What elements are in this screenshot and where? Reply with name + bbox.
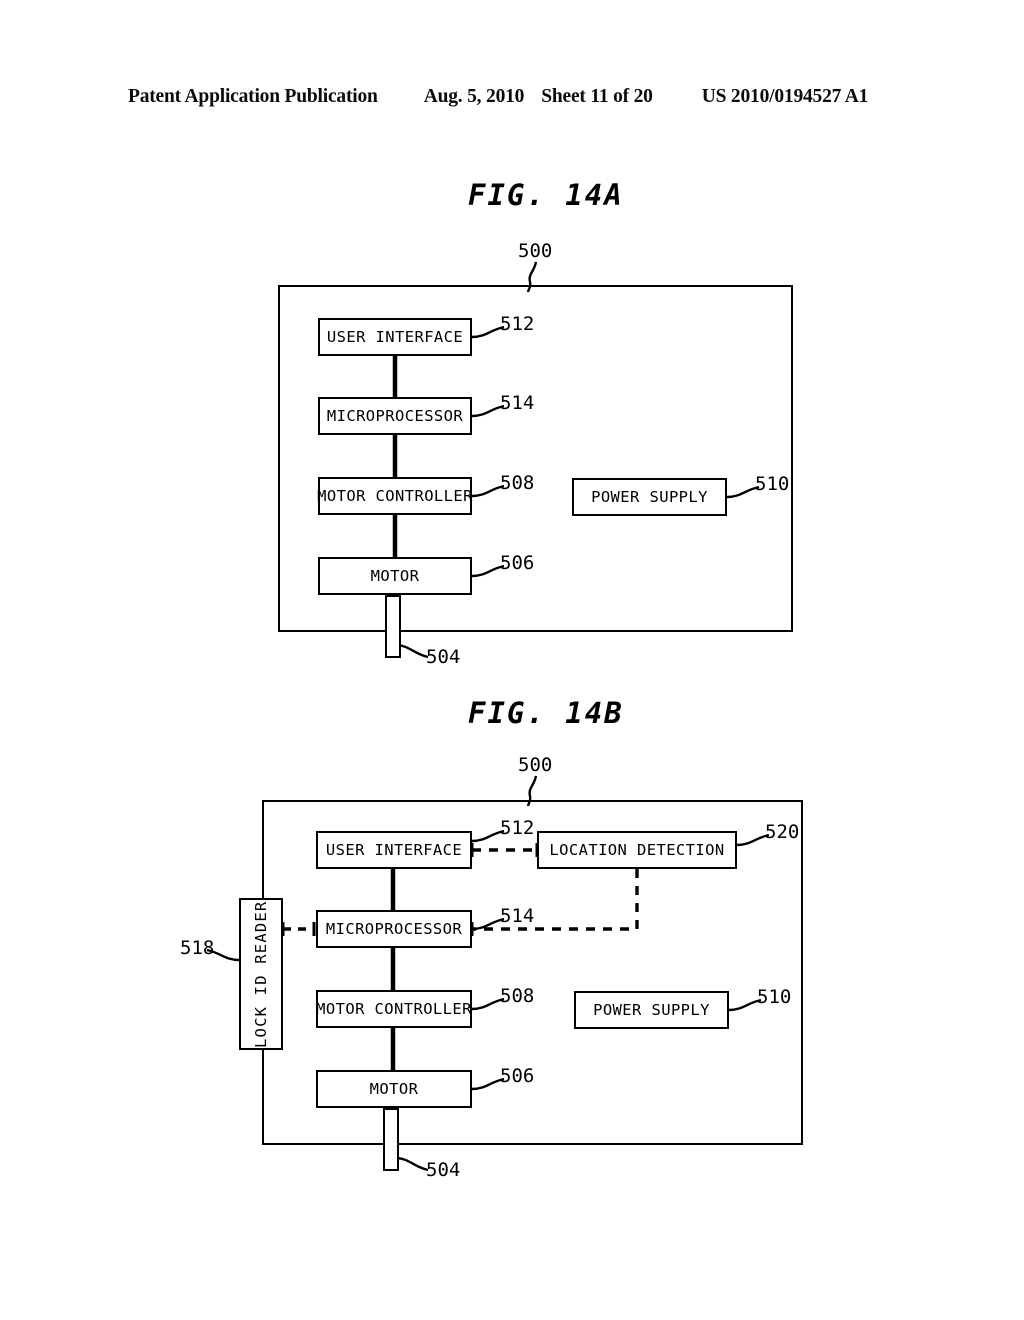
figure-14b-ref-508: 508 [500,985,535,1007]
leader-504 [396,643,429,659]
figure-14b-title: FIG. 14B [468,696,624,730]
figure-14b-block-lock-id-reader: LOCK ID READER [239,898,283,1050]
header-publication: Patent Application Publication [128,86,378,107]
header-date: Aug. 5, 2010 [423,86,525,107]
figure-14a-ref-504: 504 [426,646,461,668]
leader-504-b [396,1156,429,1172]
figure-14a-ref-506: 506 [500,552,535,574]
figure-14b-ref-520: 520 [765,821,800,843]
page-header: Patent Application Publication Aug. 5, 2… [128,86,896,112]
header-sheet: Sheet 11 of 20 [541,86,653,107]
figure-14b-block-power-supply: POWER SUPPLY [574,991,729,1029]
figure-14a-title: FIG. 14A [468,178,624,212]
figure-14b-ref-504: 504 [426,1159,461,1181]
figure-14b-block-microprocessor: MICROPROCESSOR [316,910,472,948]
figure-14b-block-motor: MOTOR [316,1070,472,1108]
figure-14a-block-motor-controller: MOTOR CONTROLLER [317,477,472,515]
figure-14a-ref-500: 500 [518,240,553,262]
figure-14b-block-user-interface: USER INTERFACE [316,831,472,869]
figure-14b-shaft [383,1108,399,1171]
figure-14a-ref-512: 512 [500,313,535,335]
figure-14b-ref-500: 500 [518,754,553,776]
figure-14a-block-motor: MOTOR [318,557,472,595]
figure-14b-ref-506: 506 [500,1065,535,1087]
figure-14a-shaft [385,595,401,658]
figure-14a-block-microprocessor: MICROPROCESSOR [318,397,472,435]
figure-14a-block-power-supply: POWER SUPPLY [572,478,727,516]
figure-14b-ref-514: 514 [500,905,535,927]
figure-14a-block-user-interface: USER INTERFACE [318,318,472,356]
patent-drawing-page: Patent Application Publication Aug. 5, 2… [0,0,1024,1320]
figure-14b-ref-518: 518 [180,937,215,959]
figure-14b-block-location-detection: LOCATION DETECTION [537,831,737,869]
figure-14b-block-motor-controller: MOTOR CONTROLLER [316,990,472,1028]
figure-14a-ref-508: 508 [500,472,535,494]
header-doc-number: US 2010/0194527 A1 [701,86,869,107]
figure-14a-ref-514: 514 [500,392,535,414]
figure-14b-ref-510: 510 [757,986,792,1008]
figure-14b-ref-512: 512 [500,817,535,839]
figure-14a-ref-510: 510 [755,473,790,495]
